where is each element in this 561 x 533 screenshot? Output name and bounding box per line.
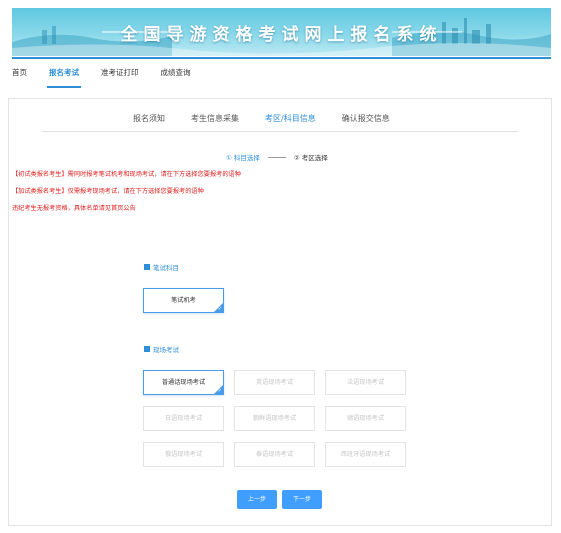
option-oral-french[interactable]: 法语现场考试 <box>325 370 406 395</box>
nav-register-exam[interactable]: 报名考试 <box>47 66 81 88</box>
section-written: 笔试科目 <box>144 262 179 272</box>
section-written-label: 笔试科目 <box>153 264 179 272</box>
notice-violation: 违纪考生无报考资格，具体名单请见首页公告 <box>12 205 136 212</box>
step-registration-notice[interactable]: 报名须知 <box>133 113 165 124</box>
nav-score-query[interactable]: 成绩查询 <box>161 66 191 88</box>
option-oral-japanese[interactable]: 日语现场考试 <box>143 406 224 431</box>
option-oral-german[interactable]: 德语现场考试 <box>325 406 406 431</box>
square-bullet-icon <box>144 346 150 352</box>
sub-step-connector <box>267 156 286 158</box>
step-tabs: 报名须知 考生信息采集 考区/科目信息 确认报交信息 <box>133 113 416 124</box>
square-bullet-icon <box>144 264 150 270</box>
header-divider <box>12 57 551 59</box>
check-icon: ✓ <box>217 306 222 312</box>
step-candidate-info[interactable]: 考生信息采集 <box>191 113 239 124</box>
nav-home[interactable]: 首页 <box>12 66 27 88</box>
system-title: 全国导游资格考试网上报名系统 <box>120 25 443 45</box>
option-label: 笔试机考 <box>171 297 196 304</box>
step-area-subject[interactable]: 考区/科目信息 <box>265 113 316 124</box>
next-step-button[interactable]: 下一步 <box>282 490 322 509</box>
sub-step-indicator: ① 科目选择 ② 考区选择 <box>226 152 328 162</box>
prev-step-button[interactable]: 上一步 <box>237 490 277 509</box>
section-oral: 现场考试 <box>144 344 179 354</box>
notice-additional: 【加试类报名考生】仅需报考现场考试，请在下方选择您要报考的语种 <box>12 188 204 195</box>
section-oral-label: 现场考试 <box>153 346 179 354</box>
option-oral-russian[interactable]: 俄语现场考试 <box>143 442 224 467</box>
option-oral-korean[interactable]: 朝鲜语现场考试 <box>234 406 315 431</box>
main-nav: 首页 报名考试 准考证打印 成绩查询 <box>12 66 213 88</box>
nav-admission-ticket[interactable]: 准考证打印 <box>101 66 139 88</box>
option-written-computer[interactable]: 笔试机考 ✓ <box>143 288 224 313</box>
sub-step-subject: ① 科目选择 <box>226 154 260 162</box>
header-banner: 全国导游资格考试网上报名系统 <box>12 8 551 56</box>
option-oral-spanish[interactable]: 西班牙语现场考试 <box>325 442 406 467</box>
sub-step-area: ② 考区选择 <box>293 154 328 162</box>
option-oral-english[interactable]: 英语现场考试 <box>234 370 315 395</box>
option-oral-thai[interactable]: 泰语现场考试 <box>234 442 315 467</box>
step-confirm-submit[interactable]: 确认报交信息 <box>342 113 390 124</box>
notice-initial: 【初试类报名考生】需同时报考笔试机考和现场考试，请在下方选择您要报考的语种 <box>12 171 241 178</box>
option-oral-mandarin[interactable]: 普通话现场考试 ✓ <box>143 370 224 395</box>
option-label: 普通话现场考试 <box>161 379 206 386</box>
check-icon: ✓ <box>217 388 222 394</box>
steps-divider <box>42 131 518 132</box>
